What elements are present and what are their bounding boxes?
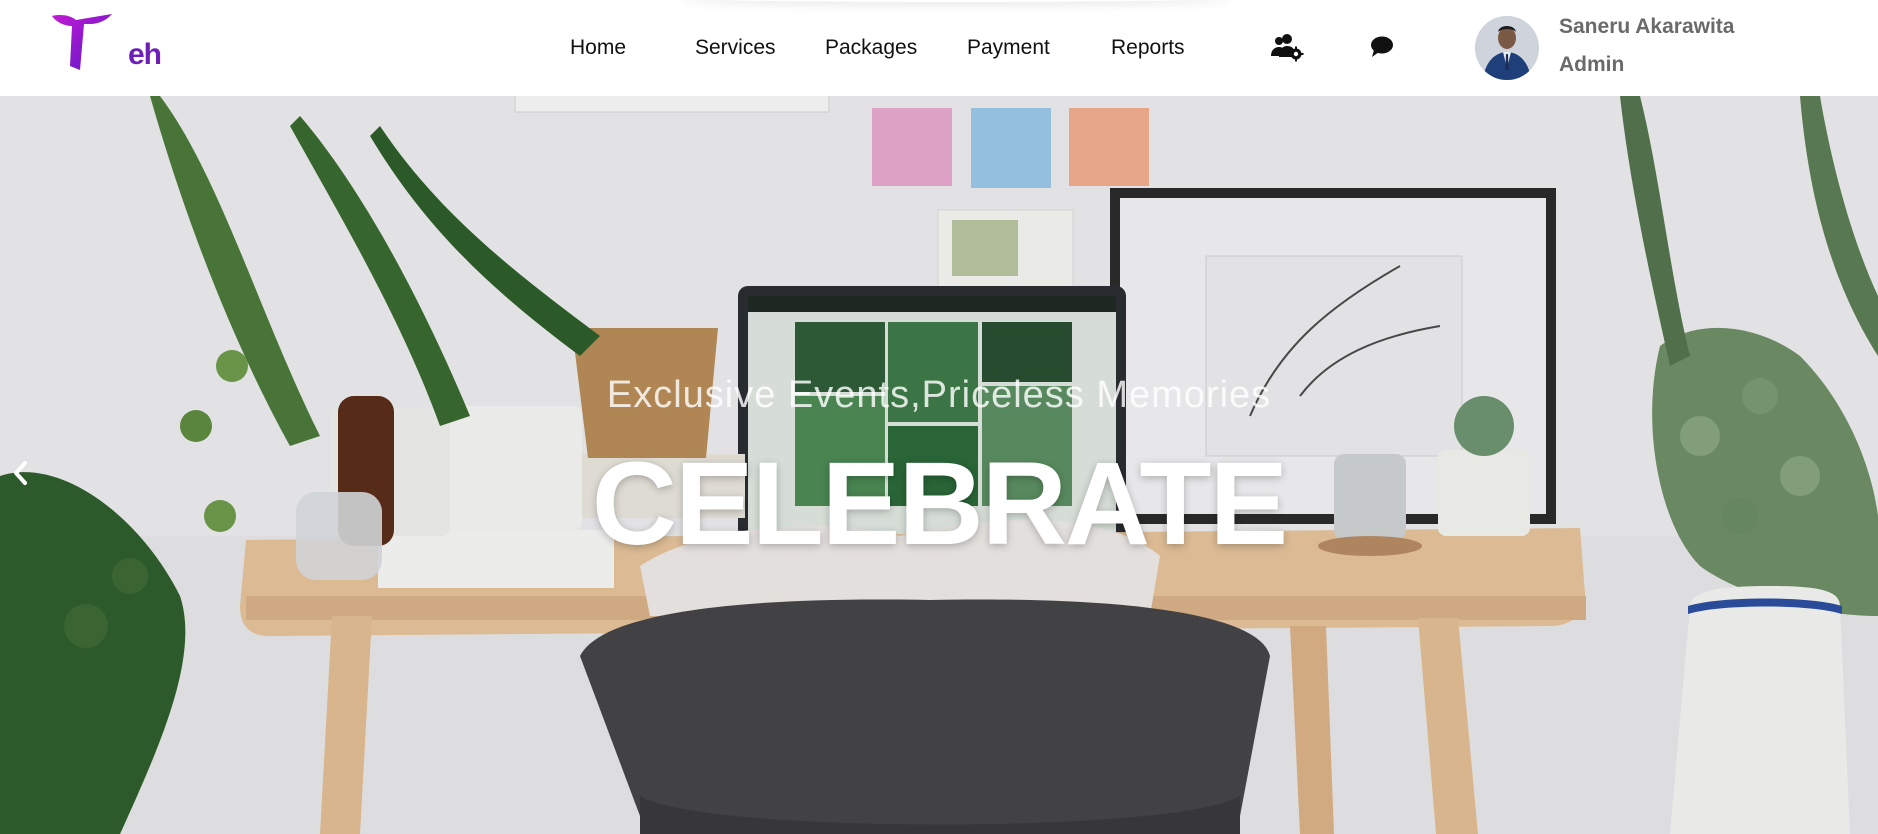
hero-carousel: Exclusive Events,Priceless Memories CELE… [0,96,1878,834]
hero-title: CELEBRATE [591,438,1288,570]
nav-packages[interactable]: Packages [825,36,917,60]
chevron-left-icon[interactable] [8,458,32,488]
nav-services[interactable]: Services [695,36,776,60]
nav-reports[interactable]: Reports [1111,36,1185,60]
chat-bubble-icon[interactable] [1365,30,1399,64]
header-shadow [680,0,1230,2]
logo-mark-icon [52,14,112,70]
avatar[interactable] [1475,16,1539,80]
top-navbar: eh Home Services Packages Payment Report… [0,0,1878,96]
nav-payment[interactable]: Payment [967,36,1050,60]
user-name[interactable]: Saneru Akarawita [1559,15,1734,39]
hero-tagline: Exclusive Events,Priceless Memories [606,374,1272,416]
users-gear-icon[interactable] [1270,30,1304,64]
logo-text: eh [128,38,162,71]
user-role: Admin [1559,53,1625,76]
brand-logo[interactable]: eh [50,12,162,72]
nav-home[interactable]: Home [570,36,626,60]
